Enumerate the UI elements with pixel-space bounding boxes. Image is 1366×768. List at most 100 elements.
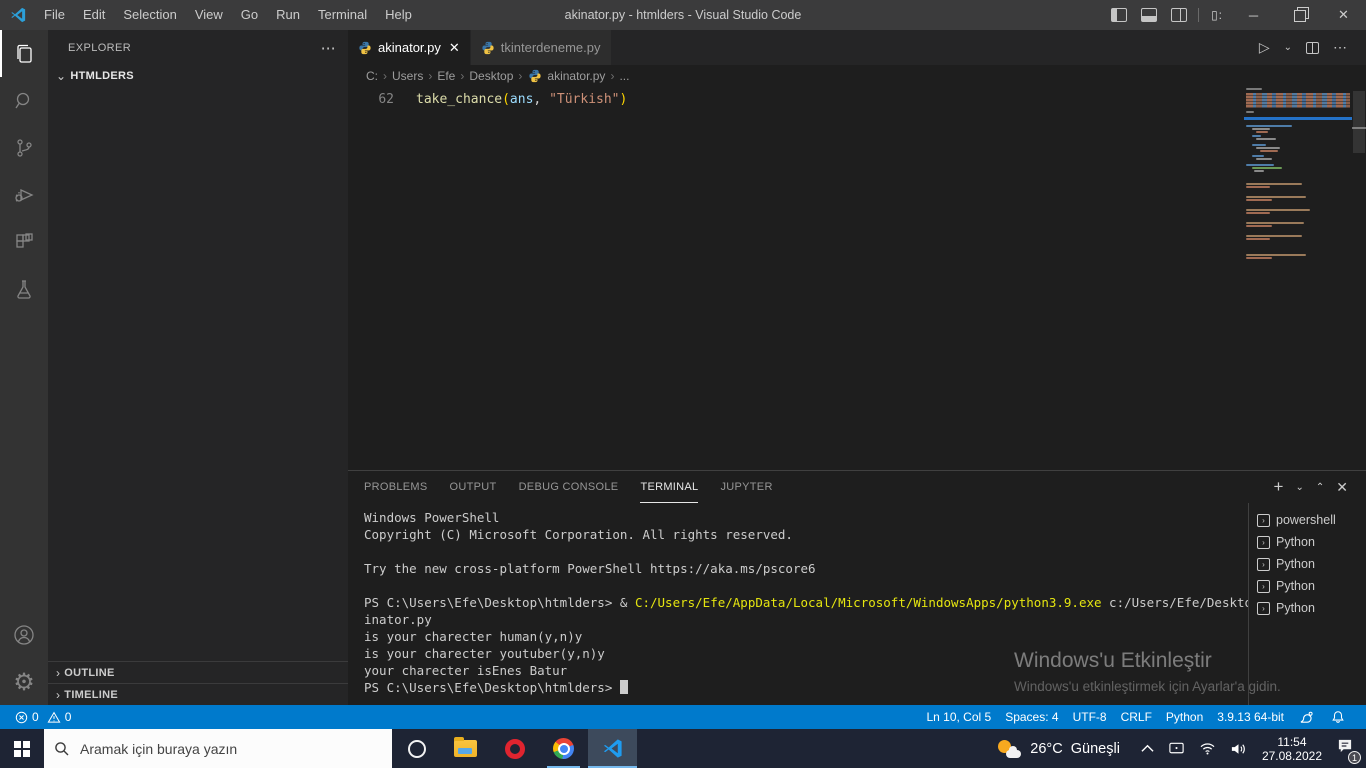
weather-widget[interactable]: 26°C Güneşli bbox=[997, 739, 1120, 759]
panel-tab-terminal[interactable]: TERMINAL bbox=[640, 471, 699, 503]
menu-go[interactable]: Go bbox=[232, 0, 267, 30]
folder-htmlders[interactable]: ⌄ HTMLDERS bbox=[48, 65, 348, 87]
language-mode[interactable]: Python bbox=[1159, 705, 1210, 729]
testing-icon[interactable] bbox=[0, 265, 48, 312]
file-explorer-icon[interactable] bbox=[441, 729, 490, 768]
problems-status[interactable]: 0 0 bbox=[8, 705, 78, 729]
minimap-line bbox=[1246, 111, 1254, 113]
minimap-line bbox=[1246, 254, 1306, 256]
minimap-line bbox=[1246, 212, 1270, 214]
settings-gear-icon[interactable]: ⚙ bbox=[0, 658, 48, 705]
tab-akinator.py[interactable]: akinator.py ✕ bbox=[348, 30, 471, 65]
close-button[interactable]: ✕ bbox=[1321, 0, 1366, 30]
new-terminal-icon[interactable]: + bbox=[1274, 477, 1284, 497]
code-editor[interactable]: 62 take_chance(ans, "Türkish") bbox=[348, 87, 1366, 470]
toggle-sidebar-icon[interactable] bbox=[1111, 8, 1128, 22]
run-debug-icon[interactable] bbox=[0, 171, 48, 218]
panel-tab-output[interactable]: OUTPUT bbox=[450, 471, 497, 503]
menu-help[interactable]: Help bbox=[376, 0, 421, 30]
cast-display-icon[interactable] bbox=[1168, 741, 1185, 756]
taskbar-clock[interactable]: 11:54 27.08.2022 bbox=[1262, 735, 1322, 763]
terminal-instance-Python[interactable]: › Python bbox=[1257, 553, 1366, 575]
menu-selection[interactable]: Selection bbox=[114, 0, 185, 30]
run-python-file-icon[interactable]: ▷ bbox=[1259, 39, 1270, 56]
panel-tab-problems[interactable]: PROBLEMS bbox=[364, 471, 428, 503]
cortana-icon[interactable] bbox=[392, 729, 441, 768]
customize-layout-icon[interactable]: ▯: bbox=[1211, 8, 1223, 22]
python-file-icon bbox=[529, 69, 541, 83]
breadcrumb-item[interactable]: C: bbox=[366, 69, 378, 83]
breadcrumb-item[interactable]: Users bbox=[392, 69, 423, 83]
minimap[interactable] bbox=[1244, 87, 1352, 470]
terminal-line: PS C:\Users\Efe\Desktop\htmlders> bbox=[364, 679, 1248, 696]
close-icon[interactable]: ✕ bbox=[449, 40, 460, 56]
explorer-more-actions-icon[interactable]: ⋯ bbox=[321, 39, 336, 57]
maximize-panel-icon[interactable]: ⌃ bbox=[1316, 482, 1324, 493]
editor-scrollbar[interactable] bbox=[1352, 87, 1366, 470]
terminal-instance-Python[interactable]: › Python bbox=[1257, 575, 1366, 597]
terminal-instance-Python[interactable]: › Python bbox=[1257, 531, 1366, 553]
opera-icon[interactable] bbox=[490, 729, 539, 768]
vscode-taskbar-icon[interactable] bbox=[588, 729, 637, 768]
wifi-icon[interactable] bbox=[1199, 742, 1216, 755]
terminal-instance-powershell[interactable]: › powershell bbox=[1257, 509, 1366, 531]
terminal-dropdown-chevron-icon[interactable]: ⌄ bbox=[1295, 482, 1303, 493]
menu-run[interactable]: Run bbox=[267, 0, 309, 30]
menu-edit[interactable]: Edit bbox=[74, 0, 114, 30]
terminal-instance-label: Python bbox=[1276, 579, 1315, 593]
panel-tab-debug-console[interactable]: DEBUG CONSOLE bbox=[519, 471, 619, 503]
encoding[interactable]: UTF-8 bbox=[1066, 705, 1114, 729]
toggle-panel-icon[interactable] bbox=[1141, 8, 1158, 22]
notifications-bell-icon[interactable] bbox=[1324, 705, 1356, 729]
minimize-button[interactable]: ─ bbox=[1231, 0, 1276, 30]
breadcrumb-item[interactable]: Efe bbox=[437, 69, 455, 83]
minimap-line bbox=[1246, 186, 1270, 188]
minimap-line bbox=[1252, 167, 1282, 169]
search-icon[interactable] bbox=[0, 77, 48, 124]
extensions-icon[interactable] bbox=[0, 218, 48, 265]
source-control-icon[interactable] bbox=[0, 124, 48, 171]
feedback-icon[interactable] bbox=[1291, 705, 1324, 729]
timeline-section[interactable]: › TIMELINE bbox=[48, 683, 348, 705]
chrome-icon[interactable] bbox=[539, 729, 588, 768]
explorer-icon[interactable] bbox=[0, 30, 48, 77]
tab-tkinterdeneme.py[interactable]: tkinterdeneme.py bbox=[470, 30, 612, 65]
terminal-instance-Python[interactable]: › Python bbox=[1257, 597, 1366, 619]
breadcrumb-item[interactable]: ... bbox=[619, 69, 629, 83]
python-interpreter[interactable]: 3.9.13 64-bit bbox=[1210, 705, 1291, 729]
menu-view[interactable]: View bbox=[186, 0, 232, 30]
breadcrumb-item[interactable]: akinator.py bbox=[547, 69, 605, 83]
editor-more-actions-icon[interactable]: ⋯ bbox=[1333, 39, 1347, 56]
terminal-output[interactable]: Windows PowerShell Copyright (C) Microsof… bbox=[348, 503, 1248, 705]
minimap-line bbox=[1246, 235, 1302, 237]
eol-sequence[interactable]: CRLF bbox=[1114, 705, 1159, 729]
volume-icon[interactable] bbox=[1230, 742, 1247, 756]
start-button[interactable] bbox=[0, 729, 44, 768]
account-icon[interactable] bbox=[0, 611, 48, 658]
restore-button[interactable] bbox=[1276, 0, 1321, 30]
menu-terminal[interactable]: Terminal bbox=[309, 0, 376, 30]
split-editor-icon[interactable] bbox=[1306, 41, 1319, 54]
minimap-line bbox=[1246, 196, 1306, 198]
toggle-secondary-sidebar-icon[interactable] bbox=[1171, 8, 1188, 22]
show-hidden-icons-chevron[interactable] bbox=[1141, 744, 1154, 753]
taskbar-search-input[interactable]: Aramak için buraya yazın bbox=[44, 729, 392, 768]
windows-logo-icon bbox=[14, 740, 30, 757]
minimap-line bbox=[1256, 158, 1272, 160]
close-panel-icon[interactable]: ✕ bbox=[1336, 479, 1348, 496]
panel-header: PROBLEMS OUTPUT DEBUG CONSOLE TERMINAL JUPYT… bbox=[348, 471, 1366, 503]
cursor-position[interactable]: Ln 10, Col 5 bbox=[919, 705, 998, 729]
menu-file[interactable]: File bbox=[35, 0, 74, 30]
vscode-logo-icon bbox=[11, 7, 26, 23]
terminal-line: is your charecter human(y,n)y bbox=[364, 628, 1248, 645]
action-center-icon[interactable]: 1 bbox=[1336, 738, 1361, 764]
minimap-line bbox=[1246, 199, 1272, 201]
terminal-text: is your charecter youtuber(y,n)y bbox=[364, 646, 605, 661]
terminal-text: c:/Users/Efe/Desktop/ak bbox=[1109, 595, 1248, 610]
code-token: , bbox=[533, 92, 550, 107]
outline-section[interactable]: › OUTLINE bbox=[48, 661, 348, 683]
breadcrumb-item[interactable]: Desktop bbox=[469, 69, 513, 83]
indentation[interactable]: Spaces: 4 bbox=[998, 705, 1065, 729]
run-dropdown-chevron-icon[interactable]: ⌄ bbox=[1284, 42, 1292, 53]
panel-tab-jupyter[interactable]: JUPYTER bbox=[720, 471, 772, 503]
